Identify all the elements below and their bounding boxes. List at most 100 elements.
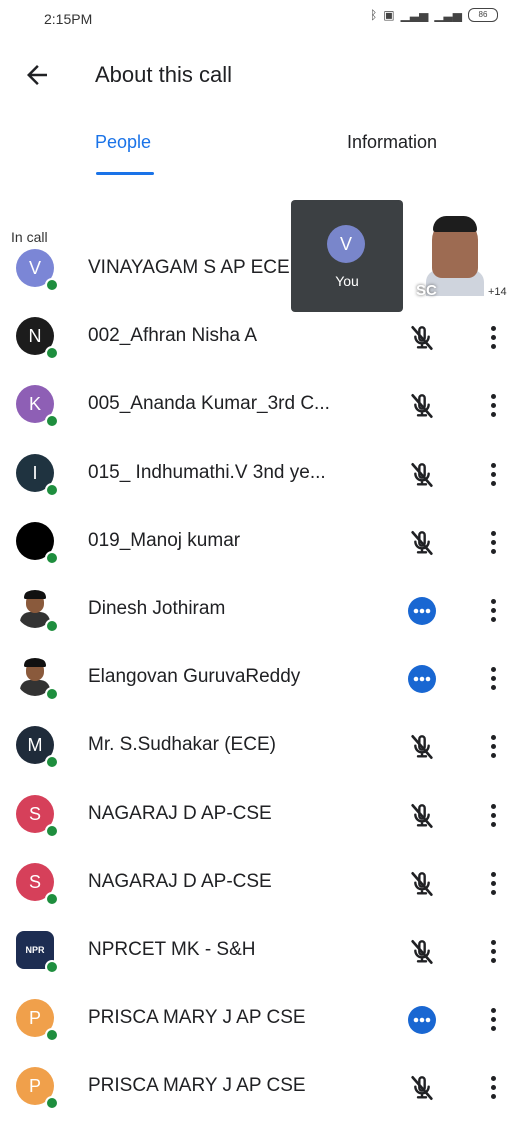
status-icons: ᛒ ▣ ▁▃▅ ▁▃▅ 86 xyxy=(370,8,498,22)
online-indicator-icon xyxy=(45,414,59,429)
participant-row[interactable]: 019_Manoj kumar xyxy=(0,509,512,575)
status-slot xyxy=(406,459,438,491)
avatar: S xyxy=(16,862,59,906)
speaking-indicator-icon xyxy=(408,597,436,625)
battery-level: 86 xyxy=(478,10,488,19)
status-slot xyxy=(406,390,438,422)
status-bar: 2:15PM ᛒ ▣ ▁▃▅ ▁▃▅ 86 xyxy=(0,0,512,40)
avatar: K xyxy=(16,385,59,429)
status-slot xyxy=(406,936,438,968)
mic-off-icon xyxy=(411,326,433,351)
self-preview-tile[interactable]: V You xyxy=(291,200,403,312)
participant-name: 015_ Indhumathi.V 3nd ye... xyxy=(88,461,326,483)
bluetooth-icon: ᛒ xyxy=(370,8,378,22)
participant-row[interactable]: P PRISCA MARY J AP CSE xyxy=(0,1054,512,1120)
online-indicator-icon xyxy=(45,619,59,633)
avatar: P xyxy=(16,1067,59,1111)
mic-off-icon xyxy=(411,871,433,896)
status-slot xyxy=(406,322,438,354)
participant-row[interactable]: S NAGARAJ D AP-CSE xyxy=(0,850,512,916)
avatar xyxy=(16,521,59,565)
avatar: S xyxy=(16,794,59,838)
more-vert-icon[interactable] xyxy=(488,595,500,625)
status-slot xyxy=(406,868,438,900)
participant-row[interactable]: N 002_Afhran Nisha A xyxy=(0,304,512,370)
status-slot xyxy=(406,595,438,627)
participant-name: VINAYAGAM S AP ECE xyxy=(88,257,290,278)
more-vert-icon[interactable] xyxy=(488,459,500,489)
more-vert-icon[interactable] xyxy=(488,1004,500,1034)
avatar: P xyxy=(16,999,59,1043)
signal-icon: ▁▃▅ xyxy=(400,8,429,22)
signal-icon: ▁▃▅ xyxy=(434,8,462,22)
more-vert-icon[interactable] xyxy=(488,527,500,557)
participant-row[interactable]: S NAGARAJ D AP-CSE xyxy=(0,782,512,848)
participant-row[interactable]: I 015_ Indhumathi.V 3nd ye... xyxy=(0,441,512,507)
participant-name: 002_Afhran Nisha A xyxy=(88,325,258,347)
status-slot xyxy=(406,731,438,763)
mic-off-icon xyxy=(411,1076,433,1101)
participant-name: Dinesh Jothiram xyxy=(88,598,226,619)
page-title: About this call xyxy=(95,62,232,87)
participant-row[interactable]: Dinesh Jothiram xyxy=(0,577,512,643)
online-indicator-icon xyxy=(45,823,59,838)
status-slot xyxy=(406,527,438,559)
online-indicator-icon xyxy=(45,1096,59,1111)
status-time: 2:15PM xyxy=(44,11,93,27)
online-indicator-icon xyxy=(45,1028,59,1043)
more-vert-icon[interactable] xyxy=(488,800,500,830)
volte-icon: ▣ xyxy=(383,8,395,22)
active-tab-indicator xyxy=(96,172,154,175)
more-participants-count: +14 xyxy=(488,286,507,298)
mic-off-icon xyxy=(411,530,433,555)
tab-bar: People Information xyxy=(0,124,512,180)
video-person-hair xyxy=(433,216,477,232)
participant-row[interactable]: Elangovan GuruvaReddy xyxy=(0,645,512,711)
mic-off-icon xyxy=(411,735,433,760)
online-indicator-icon xyxy=(45,550,59,565)
more-vert-icon[interactable] xyxy=(488,322,500,352)
participant-name: NAGARAJ D AP-CSE xyxy=(88,802,272,824)
more-vert-icon[interactable] xyxy=(488,663,500,693)
video-preview-tile[interactable]: SC +14 xyxy=(404,200,507,312)
online-indicator-icon xyxy=(45,960,59,974)
participant-row[interactable]: P PRISCA MARY J AP CSE xyxy=(0,986,512,1052)
online-indicator-icon xyxy=(45,346,59,361)
participant-name: NPRCET MK - S&H xyxy=(88,939,256,960)
participant-row[interactable]: M Mr. S.Sudhakar (ECE) xyxy=(0,713,512,779)
participant-name: PRISCA MARY J AP CSE xyxy=(88,1075,306,1097)
more-vert-icon[interactable] xyxy=(488,868,500,898)
participant-name: PRISCA MARY J AP CSE xyxy=(88,1007,306,1029)
participant-name: 005_Ananda Kumar_3rd C... xyxy=(88,393,330,415)
status-slot xyxy=(406,663,438,695)
app-bar: About this call xyxy=(0,48,512,104)
video-overlay-text: SC xyxy=(416,282,437,299)
tab-information[interactable]: Information xyxy=(347,132,437,153)
avatar: N xyxy=(16,317,59,361)
participant-row[interactable]: NPR NPRCET MK - S&H xyxy=(0,918,512,984)
tab-people[interactable]: People xyxy=(95,132,151,153)
avatar: NPR xyxy=(16,931,59,974)
participant-name: NAGARAJ D AP-CSE xyxy=(88,870,272,892)
avatar xyxy=(16,658,59,702)
arrow-back-icon[interactable] xyxy=(22,60,52,90)
participant-name: Elangovan GuruvaReddy xyxy=(88,666,301,688)
online-indicator-icon xyxy=(45,687,59,702)
avatar xyxy=(16,590,59,633)
status-slot xyxy=(406,1004,438,1036)
status-slot xyxy=(406,800,438,832)
self-label: You xyxy=(335,273,359,289)
more-vert-icon[interactable] xyxy=(488,1072,500,1102)
self-avatar: V xyxy=(327,225,365,263)
more-vert-icon[interactable] xyxy=(488,731,500,761)
online-indicator-icon xyxy=(45,482,59,497)
online-indicator-icon xyxy=(45,278,59,292)
photo-hair xyxy=(24,590,46,599)
speaking-indicator-icon xyxy=(408,665,436,694)
avatar: I xyxy=(16,453,59,497)
avatar: V xyxy=(16,249,59,292)
more-vert-icon[interactable] xyxy=(488,936,500,966)
participant-row[interactable]: K 005_Ananda Kumar_3rd C... xyxy=(0,372,512,438)
participant-name: Mr. S.Sudhakar (ECE) xyxy=(88,734,276,756)
more-vert-icon[interactable] xyxy=(488,390,500,420)
